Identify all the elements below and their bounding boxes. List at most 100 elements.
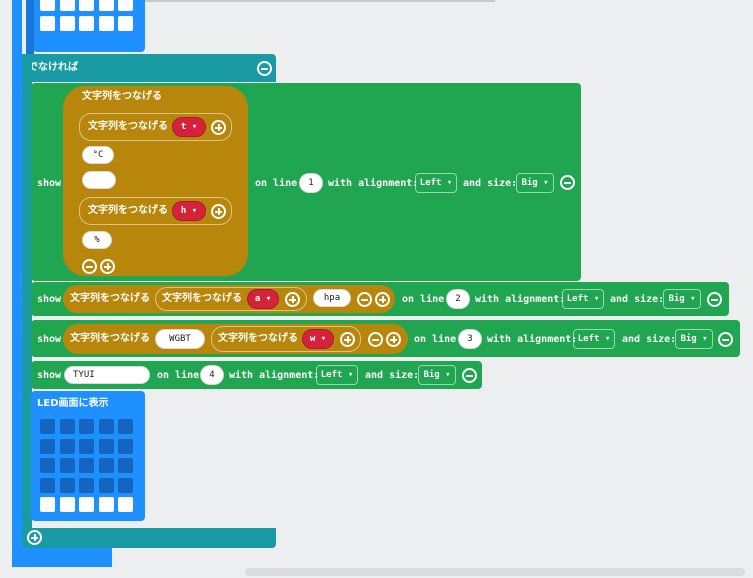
join-remove-icon-3[interactable] [368,332,383,347]
led-cell[interactable] [98,438,114,454]
join-label-2: 文字列をつなげる [88,205,168,216]
led-cell[interactable] [79,15,94,31]
led-cell[interactable] [98,497,114,512]
alignment-label-1: with alignment: [328,178,419,189]
led-cell[interactable] [59,0,75,11]
string-wgbt[interactable]: WGBT [155,329,205,349]
size-label-4: and size: [365,370,420,381]
variable-dropdown-a[interactable]: a ▾ [247,289,279,309]
join-remove-icon[interactable] [82,259,97,274]
join-add-icon[interactable] [100,259,115,274]
led-cell[interactable] [118,419,133,434]
join-label-3b: 文字列をつなげる [218,333,298,344]
top-scrollbar[interactable] [145,0,495,2]
show-remove-icon-4[interactable] [462,368,477,383]
line-input-1[interactable]: 1 [299,173,323,193]
size-dropdown-3[interactable]: Big ▾ [675,329,713,349]
line-input-4[interactable]: 4 [200,365,224,385]
led-cell[interactable] [79,419,94,434]
led-cell[interactable] [59,438,75,454]
show-label-4: show [37,370,62,381]
led-cell[interactable] [79,497,94,512]
show-label-3: show [37,334,62,345]
led-cell[interactable] [79,0,94,11]
led-cell[interactable] [118,0,133,11]
led-cell[interactable] [40,477,55,493]
add-else-icon[interactable] [27,530,42,545]
join-add-icon-2b[interactable] [285,292,300,307]
led-cell[interactable] [79,477,94,493]
led-cell[interactable] [40,419,55,434]
led-cell[interactable] [118,458,133,473]
led-label: LED画面に表示 [37,398,109,409]
led-block-top-edge [26,0,34,57]
join-label-1: 文字列をつなげる [88,121,168,132]
line-input-3[interactable]: 3 [458,329,482,349]
size-dropdown-4[interactable]: Big ▾ [418,365,456,385]
else-footer [22,528,276,548]
led-cell[interactable] [79,458,94,473]
variable-dropdown-w[interactable]: w ▾ [302,329,334,349]
string-pct[interactable]: % [82,231,112,249]
on-line-label-2: on line [402,294,445,305]
join-remove-icon-2[interactable] [357,292,372,307]
join-label-2b: 文字列をつなげる [162,293,242,304]
led-cell[interactable] [40,15,55,31]
string-blank[interactable] [82,171,116,189]
size-dropdown-1[interactable]: Big ▾ [516,173,554,193]
join-add-icon-2[interactable] [211,204,226,219]
size-label-2: and size: [610,294,665,305]
outer-blue-spine [12,0,22,567]
led-cell[interactable] [98,458,114,473]
led-cell[interactable] [118,497,133,512]
show-label-1: show [37,178,62,189]
size-label-1: and size: [463,178,518,189]
led-cell[interactable] [40,0,55,11]
join-label-3a: 文字列をつなげる [70,333,150,344]
led-cell[interactable] [98,15,114,31]
led-cell[interactable] [98,419,114,434]
alignment-dropdown-2[interactable]: Left ▾ [562,289,604,309]
led-cell[interactable] [98,0,114,11]
join-add-icon-2c[interactable] [375,292,390,307]
else-label: でなければ [28,62,78,73]
led-cell[interactable] [59,458,75,473]
line-input-2[interactable]: 2 [446,289,470,309]
join-label-2a: 文字列をつなげる [70,293,150,304]
led-cell[interactable] [98,477,114,493]
led-cell[interactable] [40,458,55,473]
led-cell[interactable] [40,438,55,454]
join-add-icon-1[interactable] [211,120,226,135]
led-cell[interactable] [118,438,133,454]
led-cell[interactable] [59,15,75,31]
variable-dropdown-t[interactable]: t ▾ [172,117,206,137]
join-add-icon-3c[interactable] [386,332,401,347]
variable-dropdown-h[interactable]: h ▾ [172,201,206,221]
show-remove-icon-2[interactable] [707,292,722,307]
led-cell[interactable] [59,477,75,493]
alignment-dropdown-4[interactable]: Left ▾ [316,365,358,385]
show-remove-icon-3[interactable] [718,332,733,347]
horizontal-scrollbar[interactable] [245,568,745,576]
show-remove-icon-1[interactable] [560,175,575,190]
led-cell[interactable] [59,497,75,512]
led-cell[interactable] [79,438,94,454]
alignment-label-2: with alignment: [475,294,566,305]
led-cell[interactable] [118,15,133,31]
led-cell[interactable] [40,497,55,512]
size-dropdown-2[interactable]: Big ▾ [663,289,701,309]
join-add-icon-3b[interactable] [340,332,355,347]
alignment-dropdown-3[interactable]: Left ▾ [573,329,615,349]
string-c[interactable]: °C [82,146,114,164]
string-hpa[interactable]: hpa [313,289,351,307]
on-line-label-3: on line [414,334,457,345]
string-tyui[interactable]: TYUI [64,366,150,384]
size-label-3: and size: [622,334,677,345]
on-line-label-4: on line [157,370,200,381]
on-line-label-1: on line [255,178,298,189]
else-collapse-icon[interactable] [257,61,272,76]
led-cell[interactable] [59,419,75,434]
join-label-outer: 文字列をつなげる [82,91,162,102]
led-cell[interactable] [118,477,133,493]
alignment-dropdown-1[interactable]: Left ▾ [415,173,457,193]
